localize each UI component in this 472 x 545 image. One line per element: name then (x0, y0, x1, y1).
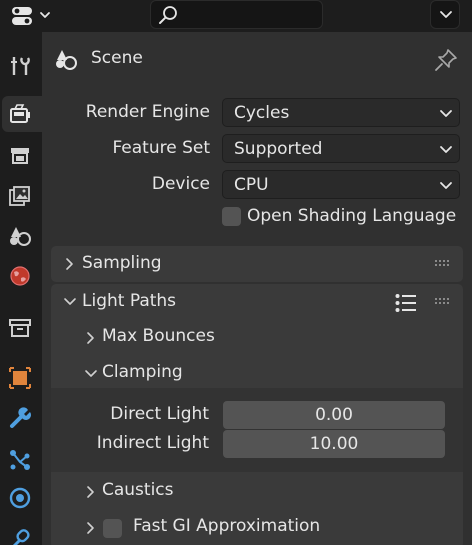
chevron-down-icon (85, 370, 97, 377)
tab-output[interactable] (0, 138, 42, 174)
chevron-right-icon (66, 258, 73, 270)
modifier-tab-icon (10, 407, 32, 428)
properties-editor-icon (12, 7, 32, 25)
presets-list-icon[interactable] (395, 293, 417, 313)
chevron-right-icon (87, 522, 94, 534)
context-title: Scene (91, 48, 143, 68)
device-value: CPU (234, 175, 269, 195)
chevron-right-icon (87, 486, 94, 498)
render-engine-label: Render Engine (85, 102, 210, 122)
properties-header (0, 0, 472, 32)
chevron-right-icon (87, 332, 94, 344)
tab-scene[interactable] (0, 218, 42, 254)
render-engine-value: Cycles (234, 103, 290, 123)
constraints-tab-icon (12, 529, 30, 545)
world-tab-icon (10, 266, 30, 286)
render-tab-icon (10, 104, 30, 123)
chevron-down-icon (40, 12, 50, 18)
output-tab-icon (11, 148, 29, 164)
device-dropdown[interactable]: CPU (222, 170, 460, 199)
direct-light-field[interactable]: 0.00 (223, 401, 445, 429)
light-paths-panel: Light Paths Max Bounces Clamping Direct … (51, 284, 463, 545)
sampling-panel-header[interactable]: Sampling (51, 246, 463, 282)
light-paths-panel-title: Light Paths (82, 291, 177, 311)
chevron-down-icon (440, 146, 452, 153)
tab-render[interactable] (2, 96, 42, 132)
sampling-panel: Sampling (51, 246, 463, 282)
open-shading-language-checkbox[interactable] (222, 207, 241, 226)
tab-view-layer[interactable] (0, 178, 42, 214)
tool-tab-icon (11, 57, 30, 75)
physics-tab-icon (9, 487, 31, 509)
editor-type-button[interactable] (8, 2, 54, 30)
pin-icon[interactable] (434, 48, 458, 72)
fast-gi-checkbox[interactable] (103, 519, 122, 538)
object-tab-icon (9, 367, 31, 389)
tab-particles[interactable] (0, 442, 42, 478)
sampling-panel-title: Sampling (82, 253, 162, 273)
tab-world[interactable] (0, 258, 42, 294)
indirect-light-field[interactable]: 10.00 (223, 430, 445, 458)
chevron-down-icon (440, 182, 452, 189)
open-shading-language-label: Open Shading Language (247, 206, 457, 226)
max-bounces-subpanel-header[interactable]: Max Bounces (51, 320, 463, 354)
drag-handle-icon[interactable] (435, 298, 449, 306)
properties-main-area: Scene Render Engine Cycles Feature Set S… (42, 32, 472, 545)
render-engine-dropdown[interactable]: Cycles (222, 98, 460, 127)
fast-gi-title: Fast GI Approximation (133, 516, 321, 536)
caustics-subpanel-header[interactable]: Caustics (51, 474, 463, 508)
tab-modifier[interactable] (0, 400, 42, 436)
indirect-light-value: 10.00 (309, 434, 359, 454)
clamping-subpanel-header[interactable]: Clamping (51, 356, 463, 390)
feature-set-label: Feature Set (112, 138, 210, 158)
caustics-title: Caustics (102, 480, 174, 500)
chevron-down-icon (440, 110, 452, 117)
chevron-down-icon (440, 11, 452, 18)
fast-gi-subpanel-header[interactable]: Fast GI Approximation (51, 510, 463, 544)
drag-handle-icon[interactable] (435, 260, 449, 268)
indirect-light-label: Indirect Light (96, 433, 209, 453)
max-bounces-title: Max Bounces (102, 326, 215, 346)
light-paths-panel-header[interactable]: Light Paths (51, 284, 463, 320)
tab-constraints[interactable] (0, 520, 42, 545)
clamping-subpanel-body: Direct Light 0.00 Indirect Light 10.00 (51, 388, 463, 472)
particles-tab-icon (10, 450, 30, 470)
scene-icon (56, 50, 77, 70)
chevron-down-icon (64, 298, 76, 305)
direct-light-value: 0.00 (315, 405, 353, 425)
search-input[interactable] (150, 0, 323, 29)
properties-tab-bar (0, 32, 42, 545)
clamping-title: Clamping (102, 362, 183, 382)
device-label: Device (151, 174, 210, 194)
feature-set-value: Supported (234, 139, 323, 159)
tab-tool[interactable] (0, 48, 42, 84)
options-dropdown-button[interactable] (430, 0, 460, 29)
view-layer-tab-icon (9, 186, 30, 206)
search-icon (159, 6, 177, 24)
context-breadcrumb: Scene (42, 32, 472, 88)
tab-physics[interactable] (0, 480, 42, 516)
direct-light-label: Direct Light (110, 404, 209, 424)
tab-collection[interactable] (0, 310, 42, 346)
scene-tab-icon (10, 227, 31, 246)
collection-tab-icon (9, 319, 31, 337)
feature-set-dropdown[interactable]: Supported (222, 134, 460, 163)
tab-object[interactable] (0, 360, 42, 396)
